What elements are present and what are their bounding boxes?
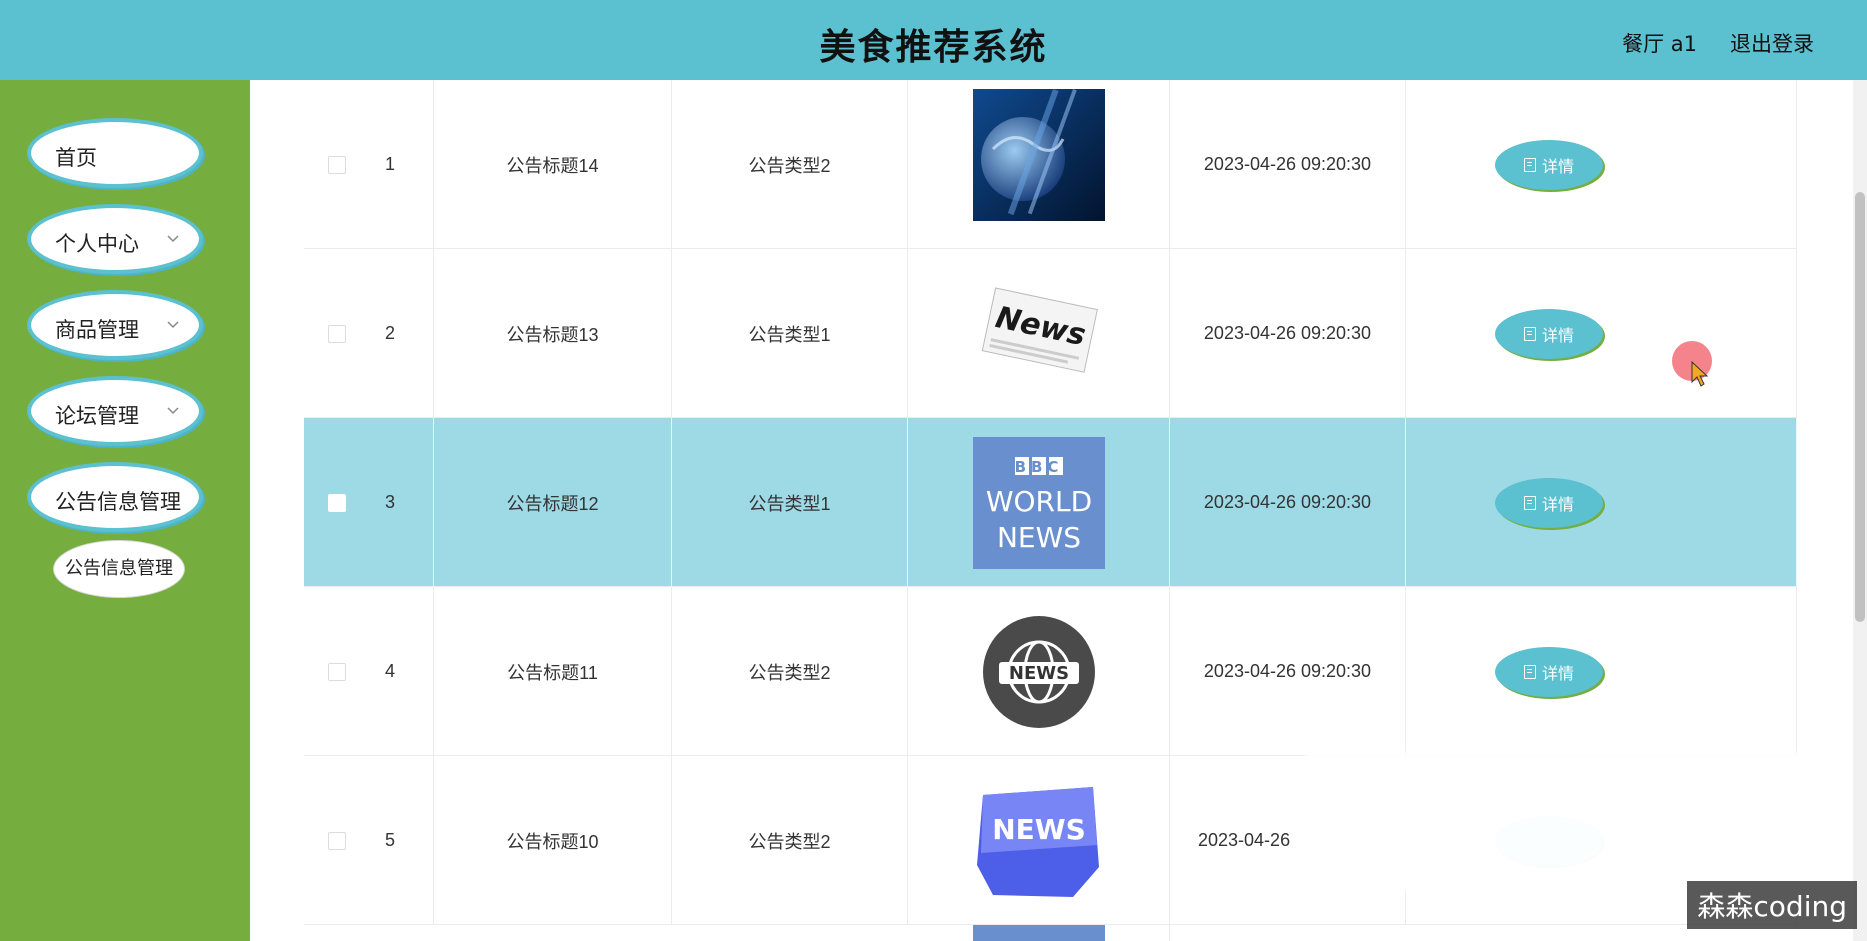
row-checkbox[interactable]: [328, 324, 346, 343]
row-checkbox-cell: [304, 80, 370, 249]
row-index: 1: [370, 80, 434, 249]
chevron-down-icon: [167, 235, 179, 243]
announcement-title: 公告标题10: [434, 756, 672, 925]
row-index: 4: [370, 587, 434, 756]
globe-news-image: [972, 88, 1105, 221]
announcement-title: 公告标题12: [434, 418, 672, 587]
detail-button[interactable]: 详情: [1495, 646, 1603, 697]
announcement-title: 公告标题11: [434, 587, 672, 756]
announcement-title: 公告标题13: [434, 249, 672, 418]
image-cell: [908, 925, 1170, 941]
app-title: 美食推荐系统: [819, 27, 1048, 68]
image-cell: BBC WORLD NEWS: [908, 418, 1170, 587]
news-globe-badge-image: NEWS: [982, 615, 1095, 728]
chevron-down-icon: [167, 407, 179, 415]
image-news-caps-text: NEWS: [996, 521, 1080, 554]
table-row-partial: [304, 925, 1797, 941]
sidebar-item-label: 商品管理: [55, 318, 139, 342]
bbc-image-partial: [972, 925, 1105, 941]
row-checkbox-cell: [304, 418, 370, 587]
table-row[interactable]: 1 公告标题14 公告类型2 2023-04-26 09:20:30 详情: [304, 80, 1797, 249]
publish-time: 2023-04-26 09:20:30: [1170, 418, 1406, 587]
current-user-label: 餐厅 a1: [1622, 32, 1697, 56]
overlay-blur: [1305, 752, 1867, 892]
announcement-type: 公告类型2: [672, 756, 908, 925]
bbc-world-news-image: BBC WORLD NEWS: [972, 436, 1105, 569]
detail-button[interactable]: 详情: [1495, 139, 1603, 190]
watermark: 森森coding: [1687, 881, 1857, 929]
announcement-type: 公告类型2: [672, 80, 908, 249]
sidebar-subitem-announcement-management[interactable]: 公告信息管理: [53, 540, 185, 598]
table-row[interactable]: 4 公告标题11 公告类型2 NEWS 2023-04-26 09:20:30 …: [304, 587, 1797, 756]
vertical-scrollbar[interactable]: [1853, 80, 1867, 941]
detail-button-label: 详情: [1541, 156, 1574, 176]
row-checkbox[interactable]: [328, 493, 346, 512]
detail-button[interactable]: 详情: [1495, 308, 1603, 359]
publish-time: 2023-04-26 09:20:30: [1170, 587, 1406, 756]
row-checkbox[interactable]: [328, 155, 346, 174]
action-cell: 详情: [1406, 418, 1797, 587]
mouse-pointer-icon: [1691, 360, 1709, 387]
action-cell: 详情: [1406, 249, 1797, 418]
announcement-title: 公告标题14: [434, 80, 672, 249]
image-cell: News: [908, 249, 1170, 418]
announcement-type: 公告类型1: [672, 249, 908, 418]
document-icon: [1523, 664, 1536, 679]
announcement-type: 公告类型1: [672, 418, 908, 587]
announcement-type: 公告类型2: [672, 587, 908, 756]
table-row-selected[interactable]: 3 公告标题12 公告类型1 BBC WORLD NEWS 2023-04-26…: [304, 418, 1797, 587]
row-checkbox-cell: [304, 756, 370, 925]
image-cell: NEWS: [908, 756, 1170, 925]
publish-time: 2023-04-26 09:20:30: [1170, 249, 1406, 418]
row-index: 5: [370, 756, 434, 925]
image-bbc-text: BBC: [1014, 458, 1063, 476]
sidebar-item-products[interactable]: 商品管理: [27, 290, 203, 360]
sidebar-item-label: 个人中心: [55, 232, 139, 256]
sidebar-item-label: 公告信息管理: [55, 490, 181, 514]
newspaper-news-image: News: [981, 286, 1098, 373]
document-icon: [1523, 495, 1536, 510]
scrollbar-thumb[interactable]: [1855, 192, 1865, 622]
document-icon: [1523, 326, 1536, 341]
action-cell: 详情: [1406, 587, 1797, 756]
detail-button[interactable]: 详情: [1495, 477, 1603, 528]
image-news-caps-text: NEWS: [992, 813, 1086, 846]
sidebar-item-profile[interactable]: 个人中心: [27, 204, 203, 274]
row-checkbox[interactable]: [328, 831, 346, 850]
detail-button-label: 详情: [1541, 325, 1574, 345]
sidebar-item-announcements[interactable]: 公告信息管理: [27, 462, 203, 532]
document-icon: [1523, 157, 1536, 172]
chevron-down-icon: [167, 321, 179, 329]
image-cell: NEWS: [908, 587, 1170, 756]
row-checkbox[interactable]: [328, 662, 346, 681]
table-row[interactable]: 2 公告标题13 公告类型1 News 2023-04-26 09:20:30 …: [304, 249, 1797, 418]
row-index: 2: [370, 249, 434, 418]
row-index: 3: [370, 418, 434, 587]
detail-button-label: 详情: [1541, 663, 1574, 683]
detail-button-label: 详情: [1541, 494, 1574, 514]
image-cell: [908, 80, 1170, 249]
image-world-text: WORLD: [985, 485, 1091, 518]
image-news-caps-text: NEWS: [1008, 663, 1068, 684]
top-header: 美食推荐系统 餐厅 a1 退出登录: [0, 0, 1867, 80]
sidebar: 首页 个人中心 商品管理 论坛管理 公告信息管理 公告信息管理: [0, 80, 250, 941]
publish-time: 2023-04-26 09:20:30: [1170, 80, 1406, 249]
sidebar-item-label: 论坛管理: [55, 404, 139, 428]
action-cell: 详情: [1406, 80, 1797, 249]
sidebar-item-home[interactable]: 首页: [27, 118, 203, 188]
sidebar-item-forum[interactable]: 论坛管理: [27, 376, 203, 446]
news-keyboard-key-image: NEWS: [976, 784, 1101, 897]
sidebar-item-label: 首页: [55, 146, 97, 170]
logout-button[interactable]: 退出登录: [1730, 28, 1814, 58]
row-checkbox-cell: [304, 587, 370, 756]
row-checkbox-cell: [304, 249, 370, 418]
